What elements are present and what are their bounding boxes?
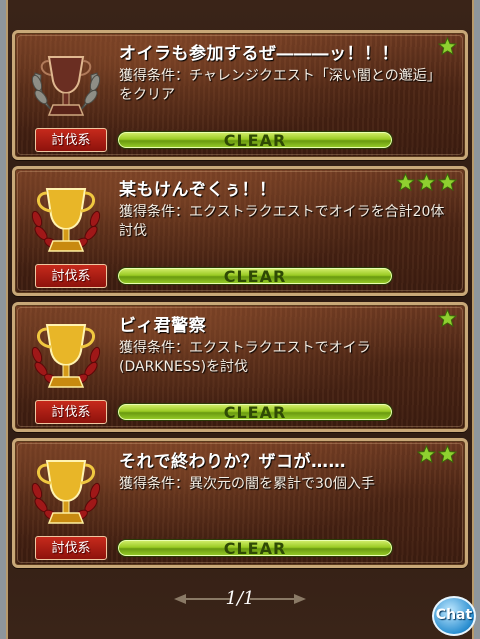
chat-button[interactable]: Chat — [432, 596, 476, 636]
gold-cup-icon — [31, 460, 101, 524]
trophy-card: オイラも参加するぜ―――ッ！！！ 獲得条件：チャレンジクエスト「深い闇との邂逅」… — [12, 30, 468, 160]
star-rating — [417, 445, 457, 464]
star-icon — [438, 309, 457, 328]
category-badge: 討伐系 — [35, 128, 107, 152]
star-rating — [438, 37, 457, 56]
clear-progress-bar: CLEAR — [117, 267, 393, 285]
trophy-card: 某もけんぞくぅ！！ 獲得条件：エクストラクエストでオイラを合計20体討伐 討伐系… — [12, 166, 468, 296]
trophy-title: ビィ君警察 — [119, 316, 207, 336]
star-icon — [417, 173, 436, 192]
trophy-condition: 獲得条件：エクストラクエストでオイラを合計20体討伐 — [119, 204, 445, 239]
trophy-condition: 獲得条件：異次元の闇を累計で30個入手 — [119, 476, 375, 492]
trophy-condition: 獲得条件：チャレンジクエスト「深い闇との邂逅」をクリア — [119, 68, 441, 103]
next-page-arrow-icon[interactable] — [248, 593, 308, 605]
trophy-card: ビィ君警察 獲得条件：エクストラクエストでオイラ(DARKNESS)を討伐 討伐… — [12, 302, 468, 432]
category-badge: 討伐系 — [35, 536, 107, 560]
trophy-title: オイラも参加するぜ―――ッ！！！ — [119, 44, 399, 64]
star-rating — [438, 309, 457, 328]
clear-progress-bar: CLEAR — [117, 539, 393, 557]
trophy-card: それで終わりか？ザコが…… 獲得条件：異次元の闇を累計で30個入手 討伐系 CL… — [12, 438, 468, 568]
star-icon — [396, 173, 415, 192]
trophy-condition: 獲得条件：エクストラクエストでオイラ(DARKNESS)を討伐 — [119, 340, 371, 375]
star-rating — [396, 173, 457, 192]
star-icon — [438, 173, 457, 192]
star-icon — [417, 445, 436, 464]
clear-progress-bar: CLEAR — [117, 403, 393, 421]
star-icon — [438, 445, 457, 464]
gold-cup-icon — [31, 188, 101, 252]
trophy-title: それで終わりか？ザコが…… — [119, 452, 346, 472]
category-badge: 討伐系 — [35, 264, 107, 288]
bronze-cup-icon — [31, 56, 101, 116]
star-icon — [438, 37, 457, 56]
trophy-title: 某もけんぞくぅ！！ — [119, 180, 277, 200]
clear-progress-bar: CLEAR — [117, 131, 393, 149]
gold-cup-icon — [31, 324, 101, 388]
category-badge: 討伐系 — [35, 400, 107, 424]
